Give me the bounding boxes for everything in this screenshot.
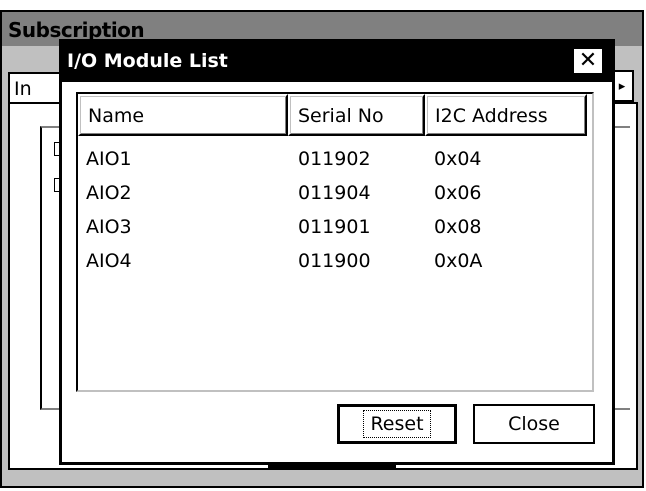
column-header-address[interactable]: I2C Address <box>425 94 587 136</box>
close-icon[interactable]: ✕ <box>572 47 604 75</box>
list-header: Name Serial No I2C Address <box>78 94 592 136</box>
cell-name: AIO4 <box>86 250 132 272</box>
table-row[interactable]: AIO2 011904 0x06 <box>78 182 592 216</box>
cell-name: AIO3 <box>86 216 132 238</box>
column-header-serial[interactable]: Serial No <box>288 94 425 136</box>
reset-button-label: Reset <box>363 410 431 438</box>
table-row[interactable]: AIO4 011900 0x0A <box>78 250 592 284</box>
cell-address: 0x04 <box>434 148 482 170</box>
cell-serial: 011900 <box>298 250 371 272</box>
column-header-name[interactable]: Name <box>78 94 288 136</box>
cell-address: 0x06 <box>434 182 482 204</box>
dialog-title: I/O Module List <box>67 50 228 72</box>
io-module-list-dialog: I/O Module List ✕ Name Serial No I2C Add… <box>59 39 615 465</box>
close-button[interactable]: Close <box>473 404 595 444</box>
dialog-title-bar[interactable]: I/O Module List ✕ <box>62 42 612 82</box>
cell-name: AIO1 <box>86 148 132 170</box>
cell-serial: 011901 <box>298 216 371 238</box>
reset-button[interactable]: Reset <box>337 404 457 444</box>
background-divider <box>268 465 396 469</box>
table-row[interactable]: AIO1 011902 0x04 <box>78 148 592 182</box>
cell-serial: 011902 <box>298 148 371 170</box>
module-list[interactable]: Name Serial No I2C Address AIO1 011902 0… <box>76 92 594 392</box>
cell-serial: 011904 <box>298 182 371 204</box>
cell-name: AIO2 <box>86 182 132 204</box>
table-row[interactable]: AIO3 011901 0x08 <box>78 216 592 250</box>
cell-address: 0x0A <box>434 250 483 272</box>
cell-address: 0x08 <box>434 216 482 238</box>
